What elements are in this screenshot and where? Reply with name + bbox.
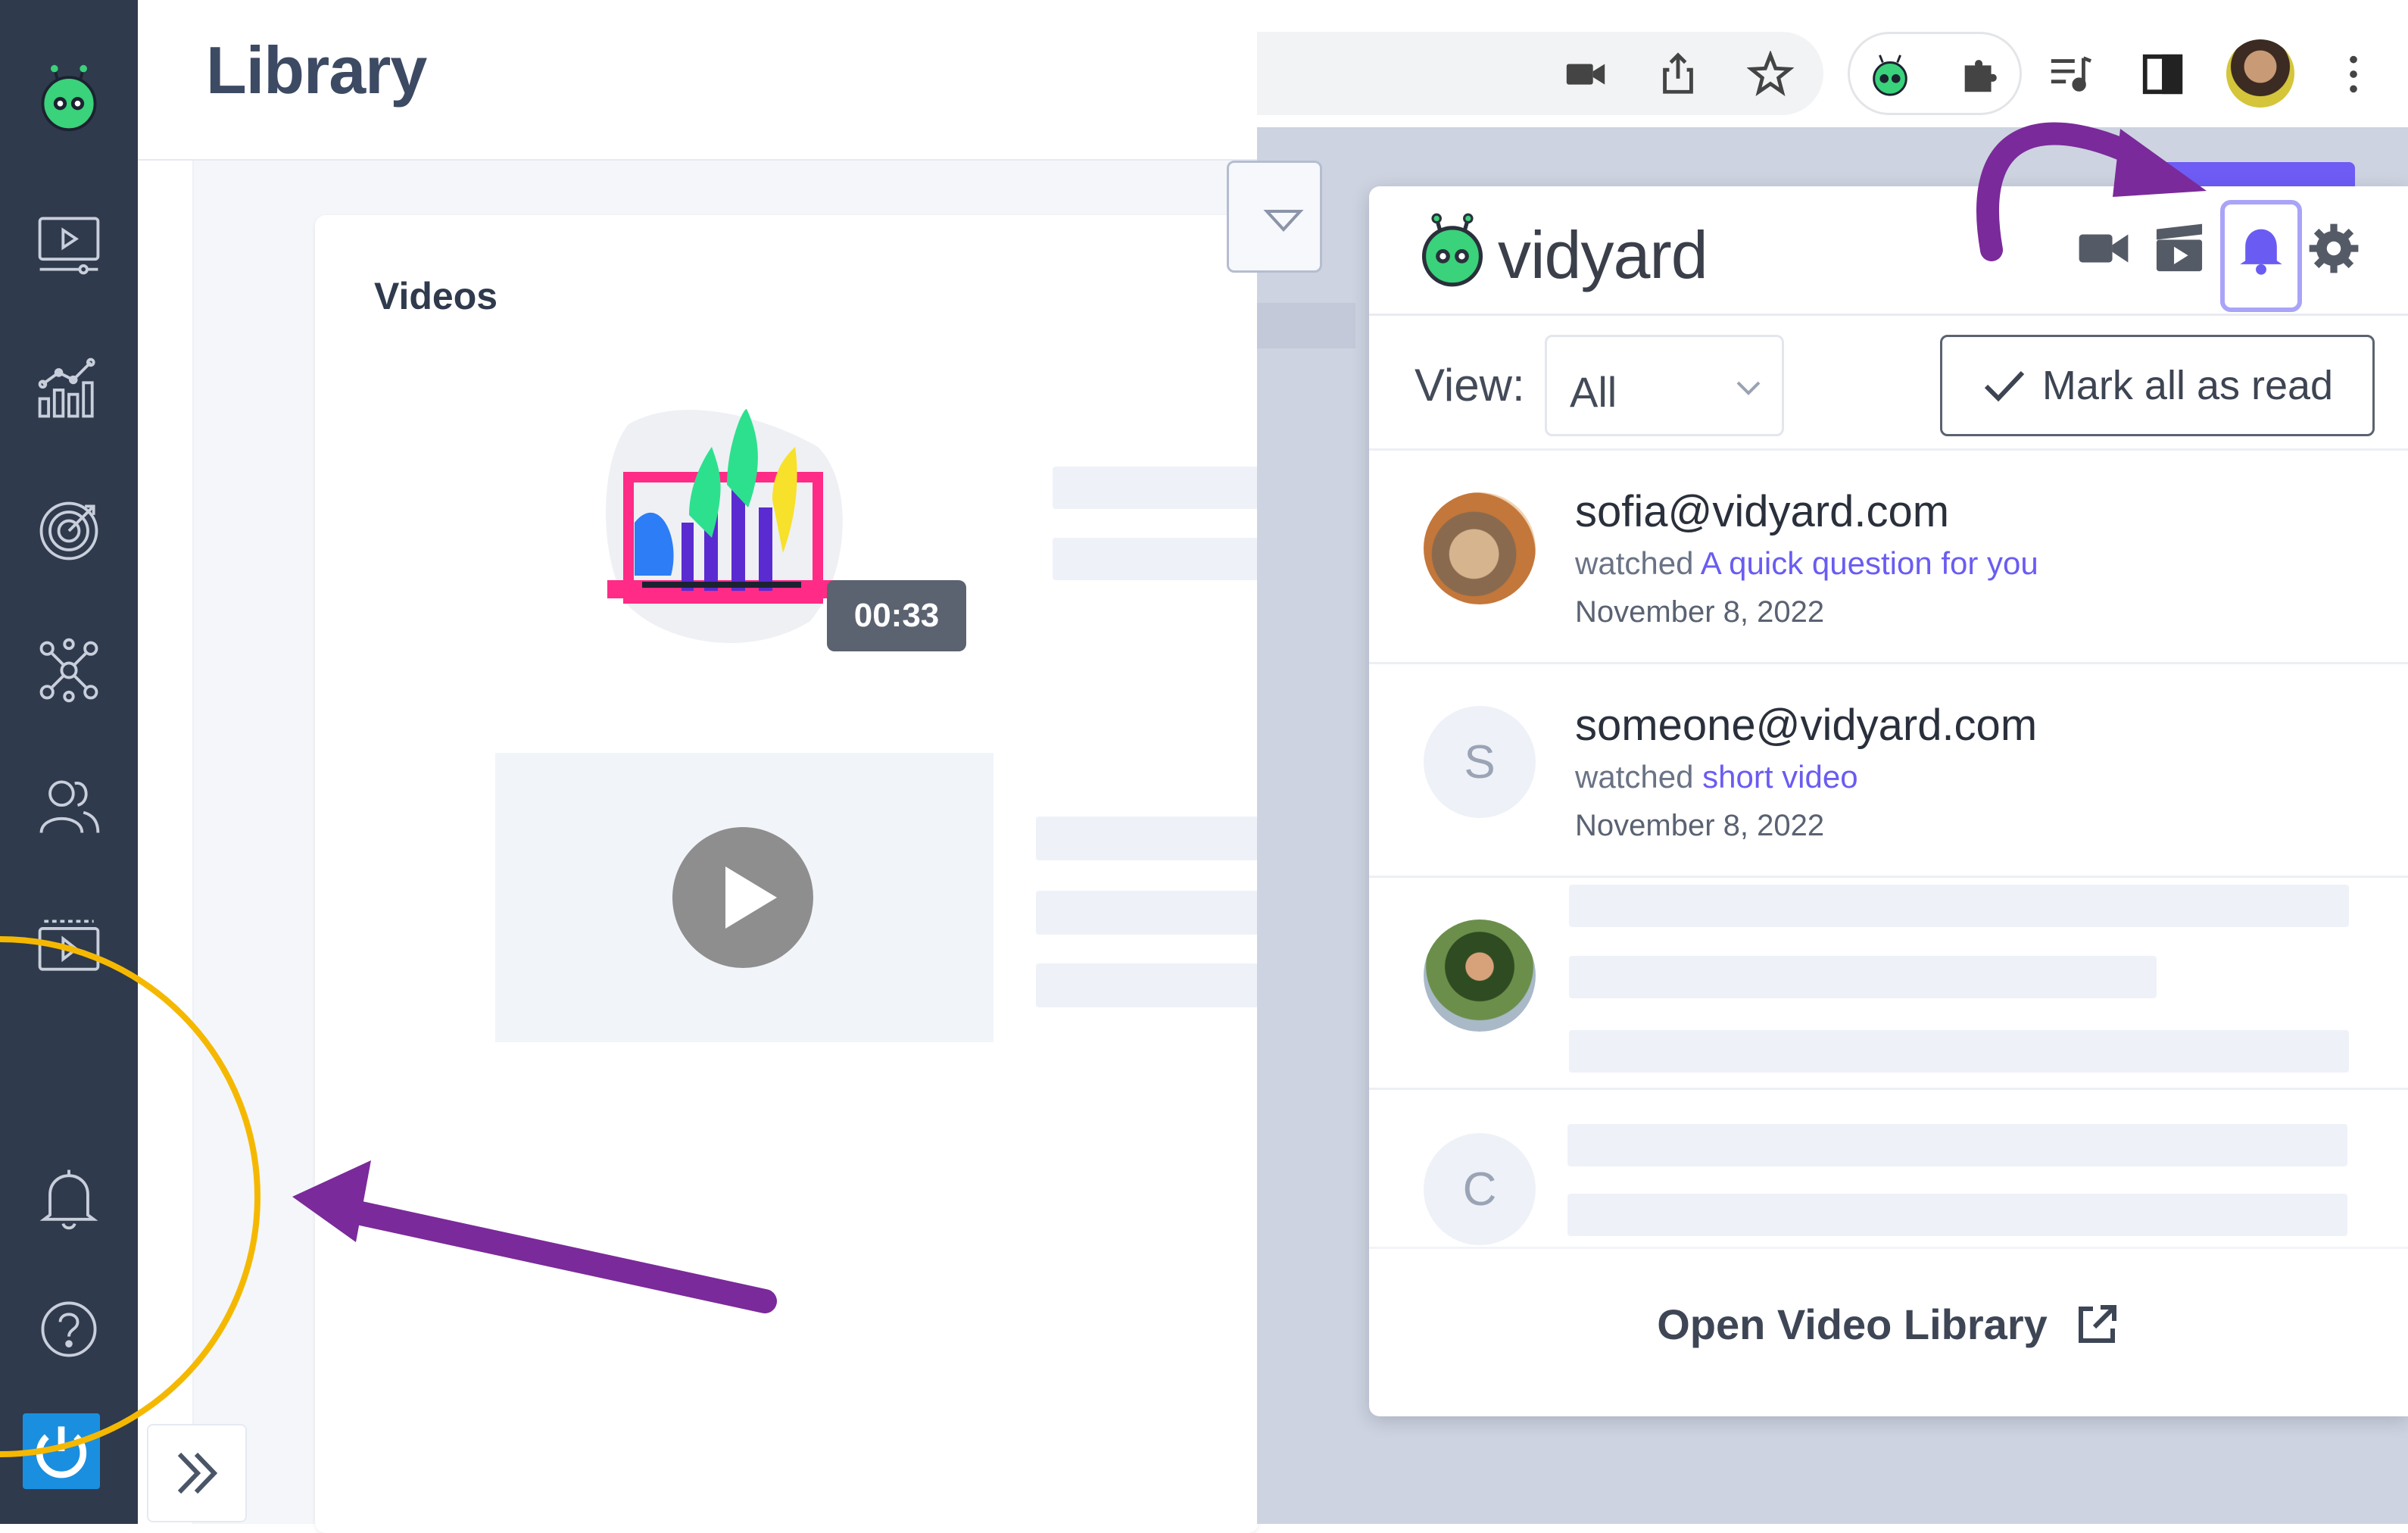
annotation-overlay (0, 122, 2207, 1457)
arrowhead (292, 1160, 371, 1242)
highlight-circle (0, 936, 260, 1457)
pointer-arrow (321, 1195, 777, 1313)
arrowhead (2113, 129, 2207, 197)
